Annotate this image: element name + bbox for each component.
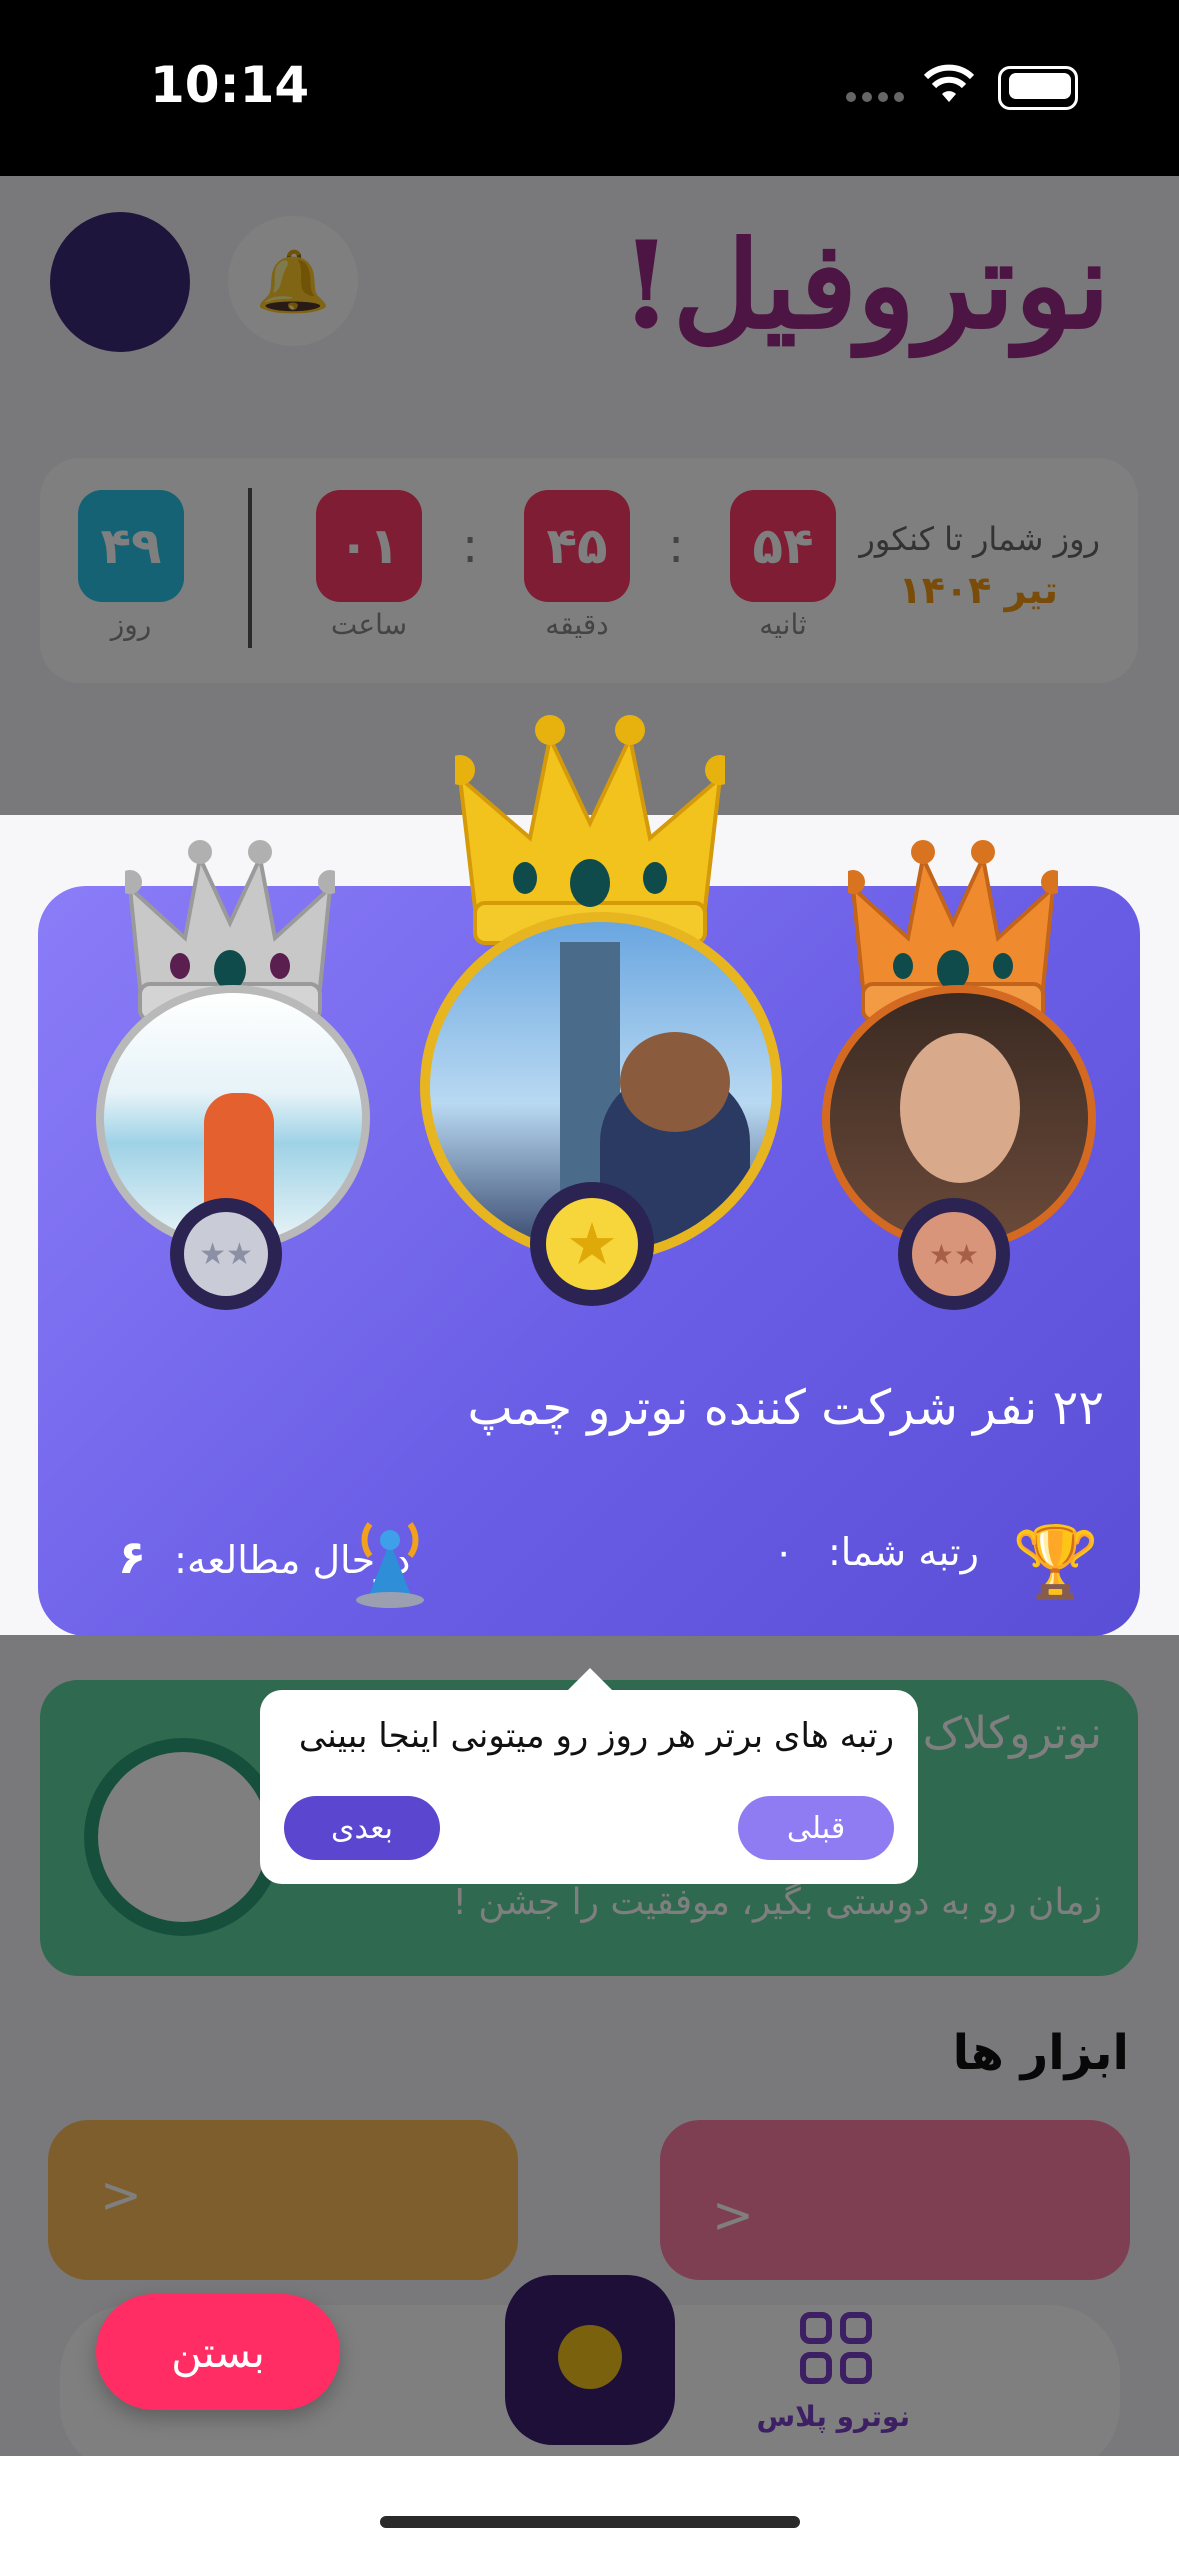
trophy-icon: 🏆: [1012, 1521, 1100, 1603]
onboarding-tooltip: رتبه های برتر هر روز رو میتونی اینجا ببی…: [260, 1690, 918, 1884]
rank-value: ۰: [773, 1530, 794, 1574]
broadcast-tower-icon: [356, 1522, 424, 1608]
rank-label-text: رتبه شما:: [827, 1530, 979, 1574]
wifi-icon: [923, 64, 975, 102]
battery-icon: [998, 66, 1078, 110]
tooltip-text: رتبه های برتر هر روز رو میتونی اینجا ببی…: [298, 1716, 894, 1756]
close-button[interactable]: بستن: [96, 2294, 340, 2410]
participants-count-text: ۲۲ نفر شرکت کننده نوترو چمپ: [467, 1380, 1104, 1436]
tooltip-arrow: [566, 1668, 614, 1692]
rank-label: رتبه شما: ۰: [773, 1530, 979, 1574]
gold-medal-icon: ★: [530, 1182, 654, 1306]
bottom-strip: [0, 2456, 1179, 2556]
previous-button[interactable]: قبلی: [738, 1796, 894, 1860]
home-indicator: [380, 2516, 800, 2528]
status-bar: 10:14: [0, 0, 1179, 176]
next-button[interactable]: بعدی: [284, 1796, 440, 1860]
bronze-medal-icon: ★★: [898, 1198, 1010, 1310]
silver-medal-icon: ★★: [170, 1198, 282, 1310]
cellular-signal-icon: [846, 92, 904, 102]
studying-value: ۶: [118, 1530, 147, 1584]
status-time: 10:14: [150, 56, 310, 114]
